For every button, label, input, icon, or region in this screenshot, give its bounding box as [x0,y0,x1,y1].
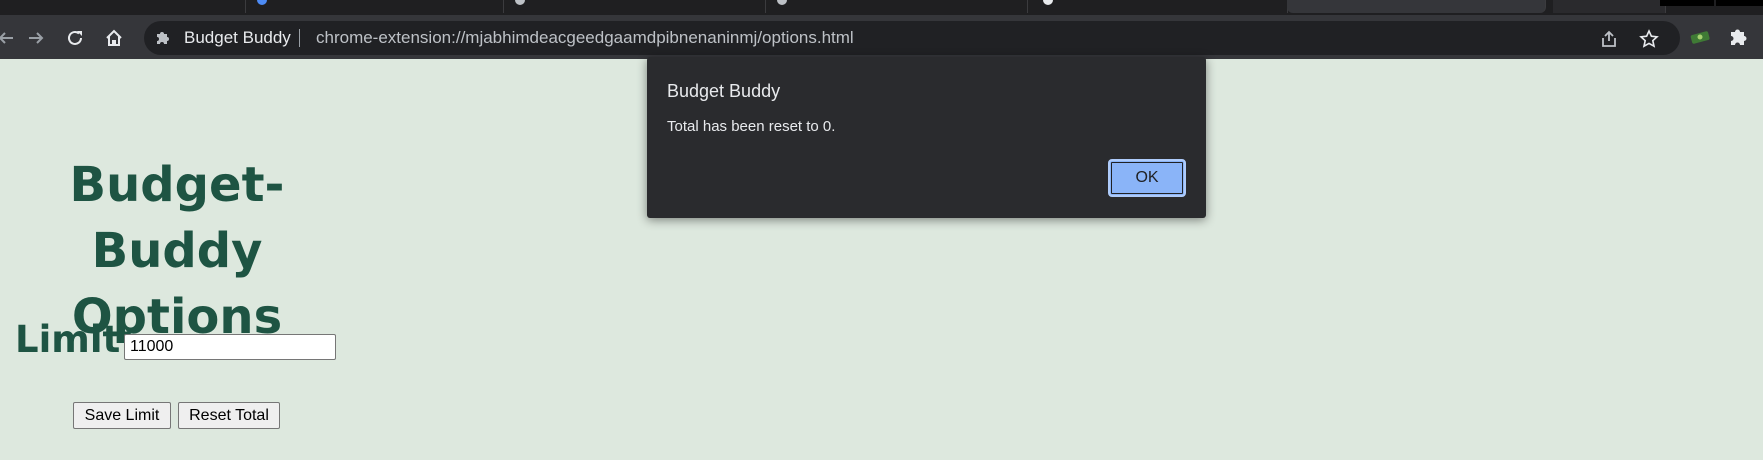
browser-tab[interactable] [1027,0,1288,13]
reload-button[interactable] [61,24,89,52]
home-button[interactable] [100,24,128,52]
puzzle-piece-icon [157,32,169,44]
browser-tab-active[interactable] [1287,0,1546,13]
home-icon [106,29,122,46]
alert-dialog: Budget Buddy Total has been reset to 0. … [647,57,1206,218]
save-limit-button[interactable]: Save Limit [73,402,171,429]
dialog-message: Total has been reset to 0. [667,118,836,135]
forward-arrow-icon [29,32,44,44]
site-name: Budget Buddy [184,28,291,47]
window-control[interactable] [1660,0,1714,6]
address-bar[interactable]: Budget Buddy chrome-extension://mjabhimd… [144,21,1680,55]
back-button[interactable] [0,24,20,52]
dialog-title: Budget Buddy [667,81,781,101]
tab-favicon-icon [777,0,787,5]
tab-strip [0,0,1763,15]
browser-tab[interactable] [1553,0,1666,13]
forward-button[interactable] [22,24,50,52]
tab-favicon-icon [257,0,267,5]
browser-tab[interactable] [765,0,1028,13]
limit-input[interactable] [124,334,336,360]
tab-favicon-icon [1043,0,1053,5]
share-icon[interactable] [1599,29,1619,49]
reload-icon [68,30,82,45]
omnibox-divider [299,29,300,47]
url-text[interactable]: chrome-extension://mjabhimdeacgeedgaamdp… [316,28,854,48]
tab-favicon-icon [515,0,525,5]
browser-tab[interactable] [0,0,246,13]
reset-total-button[interactable]: Reset Total [178,402,280,429]
browser-tab[interactable] [503,0,766,13]
star-icon[interactable] [1639,29,1659,49]
limit-label: Limit: [15,318,135,361]
page-title-line-1: Budget-Buddy [69,157,285,279]
extension-money-icon[interactable] [1688,25,1712,49]
window-control[interactable] [1716,0,1763,6]
ok-button[interactable]: OK [1108,159,1186,197]
browser-tab[interactable] [245,0,504,13]
back-arrow-icon [0,32,13,44]
extensions-puzzle-icon[interactable] [1727,25,1751,49]
